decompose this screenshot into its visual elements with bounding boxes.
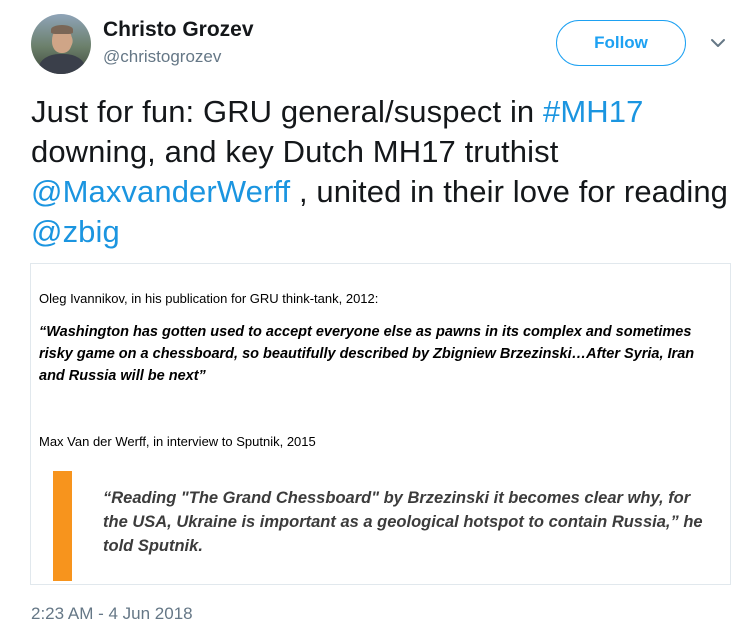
- tweet-timestamp[interactable]: 2:23 AM - 4 Jun 2018: [31, 604, 193, 624]
- quote-text: “Reading "The Grand Chessboard" by Brzez…: [103, 489, 703, 555]
- hashtag-link[interactable]: #MH17: [543, 94, 643, 129]
- quote-attribution: Max Van der Werff, in interview to Sputn…: [39, 434, 316, 449]
- author-handle[interactable]: @christogrozev: [103, 47, 221, 67]
- mention-link[interactable]: @zbig: [31, 214, 120, 249]
- quote-text: “Washington has gotten used to accept ev…: [39, 324, 695, 384]
- mention-link[interactable]: @MaxvanderWerff: [31, 174, 290, 209]
- tweet-text-part: , united in their love for reading: [290, 174, 729, 209]
- tweet-text-part: downing, and key Dutch MH17 truthist: [31, 134, 559, 169]
- author-name[interactable]: Christo Grozev: [103, 18, 254, 42]
- tweet-text-part: Just for fun: GRU general/suspect in: [31, 94, 543, 129]
- chevron-down-icon[interactable]: [710, 36, 726, 50]
- quote-attribution: Oleg Ivannikov, in his publication for G…: [39, 291, 379, 306]
- author-avatar[interactable]: [31, 14, 91, 74]
- avatar-hair-shape: [51, 25, 73, 34]
- tweet-text: Just for fun: GRU general/suspect in #MH…: [31, 92, 731, 252]
- avatar-body-shape: [39, 54, 85, 74]
- follow-button[interactable]: Follow: [556, 20, 686, 66]
- attached-image[interactable]: Oleg Ivannikov, in his publication for G…: [30, 263, 731, 585]
- quote-accent-bar: [53, 471, 72, 581]
